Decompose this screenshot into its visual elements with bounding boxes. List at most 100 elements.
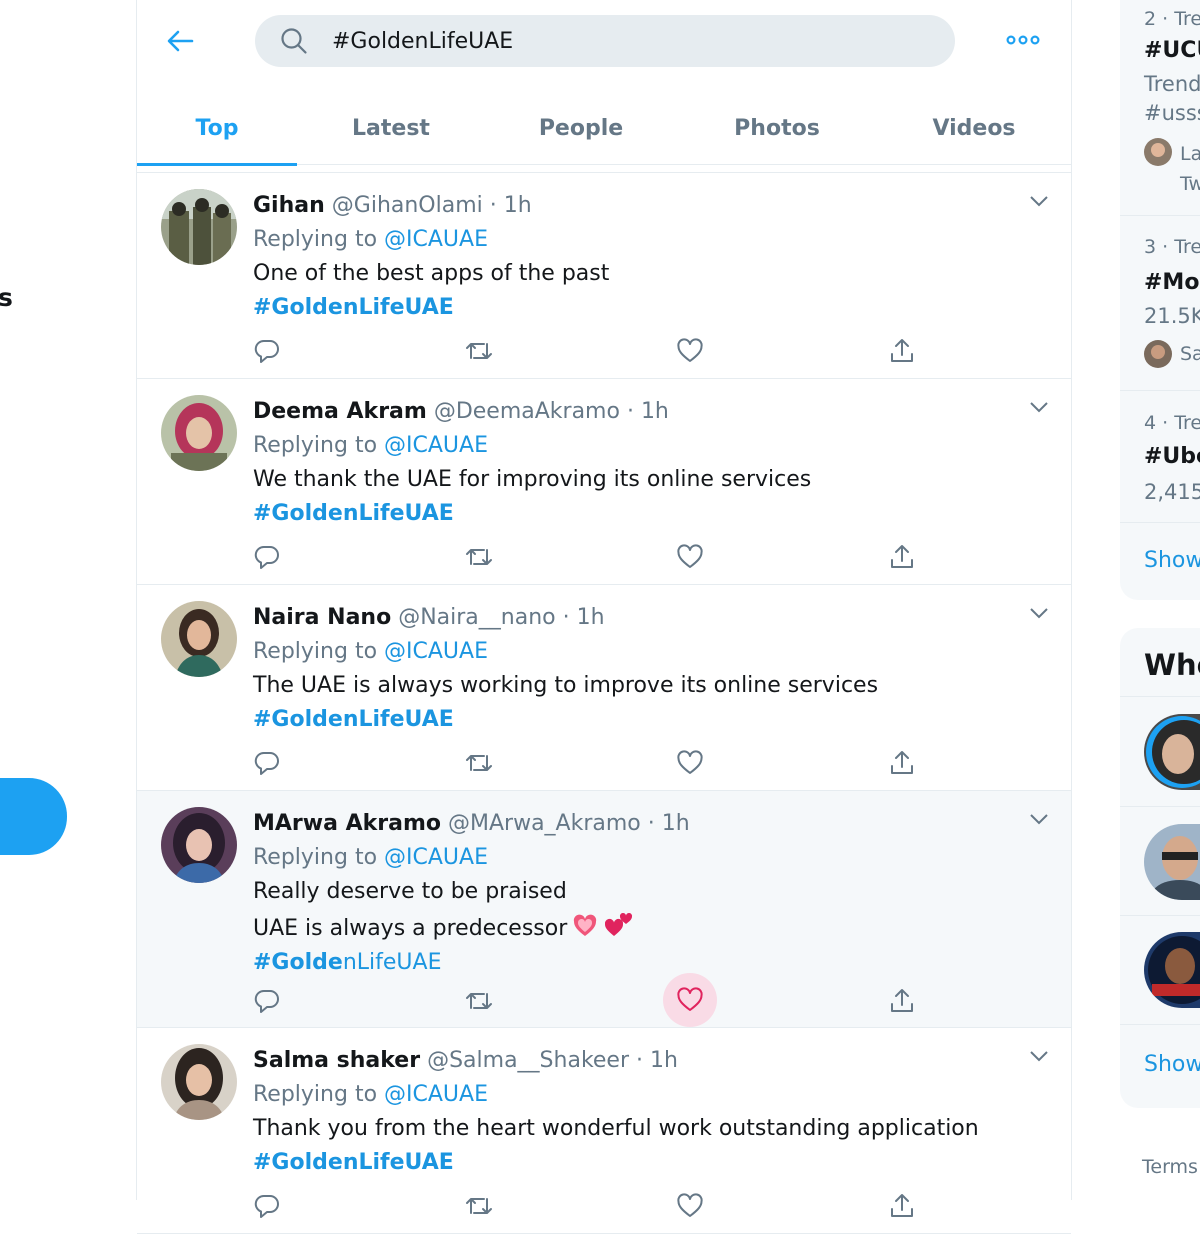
avatar[interactable] bbox=[161, 395, 237, 471]
retweet-icon bbox=[466, 549, 492, 565]
trend-name[interactable]: #UCU bbox=[1144, 38, 1200, 63]
share-button[interactable] bbox=[878, 739, 926, 787]
timestamp[interactable]: 1h bbox=[662, 811, 690, 836]
trends-show-more-link[interactable]: Show bbox=[1144, 548, 1200, 573]
tab-people[interactable]: People bbox=[485, 92, 677, 164]
hashtag-link[interactable]: #GoldenLifeUAE bbox=[253, 703, 1011, 737]
like-button[interactable] bbox=[666, 1182, 714, 1230]
tab-photos[interactable]: Photos bbox=[677, 92, 877, 164]
mention-link[interactable]: @ICAUAE bbox=[384, 1082, 488, 1107]
tweet-feed: Gihan @GihanOlami · 1h Replying to @ICAU… bbox=[137, 172, 1071, 1234]
reply-button[interactable] bbox=[243, 327, 291, 375]
mention-link[interactable]: @ICAUAE bbox=[384, 845, 488, 870]
timestamp[interactable]: 1h bbox=[650, 1048, 678, 1073]
tab-videos[interactable]: Videos bbox=[877, 92, 1071, 164]
chevron-down-icon[interactable] bbox=[1029, 607, 1049, 619]
mention-link[interactable]: @ICAUAE bbox=[384, 639, 488, 664]
mention-link[interactable]: @ICAUAE bbox=[384, 433, 488, 458]
tab-top[interactable]: Top bbox=[137, 92, 297, 166]
share-button[interactable] bbox=[878, 977, 926, 1025]
tweet-header: Salma shaker @Salma__Shakeer · 1h bbox=[253, 1048, 678, 1073]
timestamp[interactable]: 1h bbox=[577, 605, 605, 630]
heart-outline-icon bbox=[677, 750, 703, 774]
avatar[interactable] bbox=[1144, 932, 1200, 1008]
search-box[interactable] bbox=[255, 15, 955, 67]
like-button[interactable] bbox=[666, 327, 714, 375]
chevron-down-icon[interactable] bbox=[1029, 813, 1049, 825]
tweet[interactable]: Gihan @GihanOlami · 1h Replying to @ICAU… bbox=[137, 173, 1071, 379]
retweet-button[interactable] bbox=[455, 327, 503, 375]
avatar[interactable] bbox=[161, 189, 237, 265]
avatar[interactable] bbox=[161, 1044, 237, 1120]
like-button[interactable] bbox=[663, 973, 717, 1027]
avatar[interactable] bbox=[1144, 824, 1200, 900]
timestamp[interactable]: 1h bbox=[641, 399, 669, 424]
retweet-icon bbox=[466, 755, 492, 771]
user-handle[interactable]: @MArwa_Akramo bbox=[448, 811, 641, 836]
tweet-body: Salma shaker @Salma__Shakeer · 1h Replyi… bbox=[253, 1044, 1011, 1180]
chevron-down-icon[interactable] bbox=[1029, 195, 1049, 207]
tweet[interactable]: Salma shaker @Salma__Shakeer · 1h Replyi… bbox=[137, 1028, 1071, 1234]
hashtag-link[interactable]: #GoldenLifeUAE bbox=[253, 946, 1011, 980]
share-button[interactable] bbox=[878, 533, 926, 581]
hashtag-link[interactable]: #GoldenLifeUAE bbox=[253, 1146, 1011, 1180]
trend-name[interactable]: #Mor bbox=[1144, 270, 1200, 295]
display-name[interactable]: Naira Nano bbox=[253, 605, 391, 630]
hashtag-link[interactable]: #GoldenLifeUAE bbox=[253, 497, 1011, 531]
reply-context: Replying to @ICAUAE bbox=[253, 845, 488, 870]
user-handle[interactable]: @Salma__Shakeer bbox=[427, 1048, 629, 1073]
terms-link[interactable]: Terms bbox=[1142, 1156, 1198, 1178]
reply-icon bbox=[254, 989, 279, 1013]
nav-item-fragment[interactable]: s bbox=[0, 283, 13, 312]
avatar[interactable] bbox=[161, 807, 237, 883]
share-button[interactable] bbox=[878, 1182, 926, 1230]
who-to-follow-show-more-link[interactable]: Show bbox=[1144, 1052, 1200, 1077]
share-icon bbox=[891, 989, 913, 1012]
trend-context: Trend bbox=[1144, 72, 1200, 96]
timestamp[interactable]: 1h bbox=[504, 193, 532, 218]
user-handle[interactable]: @Naira__nano bbox=[398, 605, 555, 630]
reply-icon bbox=[254, 1194, 279, 1218]
retweet-button[interactable] bbox=[455, 1182, 503, 1230]
display-name[interactable]: MArwa Akramo bbox=[253, 811, 441, 836]
tweet-body: MArwa Akramo @MArwa_Akramo · 1h Replying… bbox=[253, 807, 1011, 980]
display-name[interactable]: Deema Akram bbox=[253, 399, 427, 424]
retweet-button[interactable] bbox=[455, 739, 503, 787]
like-button[interactable] bbox=[666, 533, 714, 581]
display-name[interactable]: Salma shaker bbox=[253, 1048, 420, 1073]
trend-mention: Tw bbox=[1180, 173, 1200, 195]
tweet-actions bbox=[253, 539, 933, 579]
tweet[interactable]: MArwa Akramo @MArwa_Akramo · 1h Replying… bbox=[137, 791, 1071, 1028]
share-button[interactable] bbox=[878, 327, 926, 375]
reply-button[interactable] bbox=[243, 739, 291, 787]
hashtag-link[interactable]: #GoldenLifeUAE bbox=[253, 291, 1011, 325]
retweet-button[interactable] bbox=[455, 533, 503, 581]
chevron-down-icon[interactable] bbox=[1029, 401, 1049, 413]
tweet-text-line: UAE is always a predecessor bbox=[253, 909, 1011, 946]
mention-link[interactable]: @ICAUAE bbox=[384, 227, 488, 252]
more-dots-icon bbox=[1006, 35, 1040, 45]
avatar[interactable] bbox=[1144, 714, 1200, 790]
avatar[interactable] bbox=[161, 601, 237, 677]
search-input[interactable] bbox=[332, 15, 932, 67]
tweet[interactable]: Deema Akram @DeemaAkramo · 1h Replying t… bbox=[137, 379, 1071, 585]
tweet-header: MArwa Akramo @MArwa_Akramo · 1h bbox=[253, 811, 690, 836]
reply-button[interactable] bbox=[243, 533, 291, 581]
user-handle[interactable]: @GihanOlami bbox=[332, 193, 483, 218]
reply-icon bbox=[254, 545, 279, 569]
tweet[interactable]: Naira Nano @Naira__nano · 1h Replying to… bbox=[137, 585, 1071, 791]
tab-latest[interactable]: Latest bbox=[297, 92, 485, 164]
reply-button[interactable] bbox=[243, 977, 291, 1025]
like-button[interactable] bbox=[666, 739, 714, 787]
reply-button[interactable] bbox=[243, 1182, 291, 1230]
divider bbox=[1120, 696, 1200, 697]
more-options-button[interactable] bbox=[1003, 28, 1043, 52]
back-button[interactable] bbox=[159, 20, 201, 62]
compose-tweet-button[interactable] bbox=[0, 778, 67, 855]
divider bbox=[1120, 215, 1200, 216]
retweet-button[interactable] bbox=[455, 977, 503, 1025]
user-handle[interactable]: @DeemaAkramo bbox=[434, 399, 620, 424]
chevron-down-icon[interactable] bbox=[1029, 1050, 1049, 1062]
display-name[interactable]: Gihan bbox=[253, 193, 325, 218]
trend-name[interactable]: #Ube bbox=[1144, 444, 1200, 469]
